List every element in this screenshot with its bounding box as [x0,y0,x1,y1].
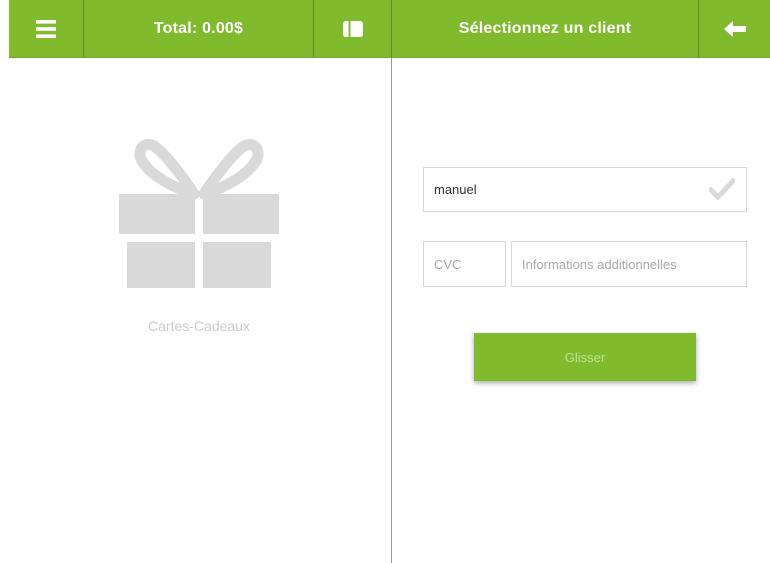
gift-card-tile[interactable] [119,132,279,292]
gift-icon [119,139,279,288]
arrow-left-icon [723,20,746,37]
top-bar: Total: 0.00$ Sélectionnez un client [9,0,770,58]
additional-info-input[interactable] [511,241,747,287]
page-title: Sélectionnez un client [458,19,632,37]
card-button[interactable] [314,0,391,57]
client-name-input[interactable] [423,167,747,212]
back-button[interactable] [699,0,770,57]
panel-divider [391,58,392,563]
hamburger-menu-icon [36,19,56,38]
total-label: Total: 0.00$ [153,19,244,37]
swipe-button[interactable]: Glisser [474,333,696,381]
cvc-input[interactable] [423,241,506,287]
checkmark-icon [709,178,735,200]
app-frame: Total: 0.00$ Sélectionnez un client Cart… [9,0,770,563]
gift-cards-label: Cartes-Cadeaux [148,318,250,334]
menu-button[interactable] [9,0,83,57]
card-icon [342,20,363,37]
